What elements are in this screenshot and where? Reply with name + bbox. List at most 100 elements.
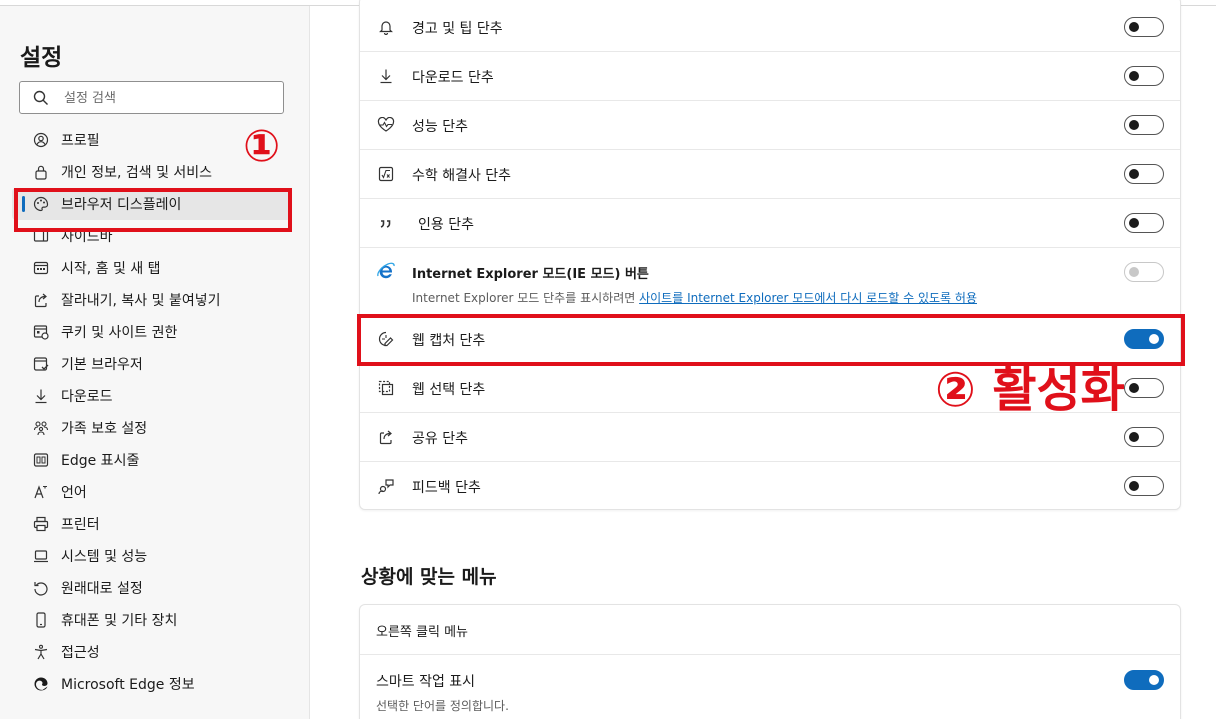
math-icon (376, 164, 396, 184)
edge-logo-icon (33, 676, 49, 692)
sidebar-item-printer[interactable]: 프린터 (12, 508, 292, 540)
sidebar-item-label: 개인 정보, 검색 및 서비스 (61, 165, 213, 181)
setting-label: 스마트 작업 표시 (376, 674, 476, 690)
setting-label: 다운로드 단추 (412, 70, 494, 86)
sidebar-item-label: 다운로드 (61, 389, 113, 405)
setting-row-ie-mode[interactable]: Internet Explorer 모드(IE 모드) 버튼 Internet … (360, 248, 1180, 315)
setting-label: 수학 해결사 단추 (412, 168, 512, 184)
download-icon (33, 388, 49, 404)
sidebar-item-label: 기본 브라우저 (61, 357, 143, 373)
phone-icon (33, 612, 49, 628)
sidebar-item-label: 잘라내기, 복사 및 붙여넣기 (61, 293, 221, 309)
download-toggle[interactable] (1124, 66, 1164, 86)
feedback-icon (376, 476, 396, 496)
sidebar-item-reset[interactable]: 원래대로 설정 (12, 572, 292, 604)
context-menu-section-title: 상황에 맞는 메뉴 (361, 566, 497, 588)
annotation-highlight-browser-display (14, 188, 292, 232)
setting-label: 피드백 단추 (412, 480, 481, 496)
laptop-icon (33, 548, 49, 564)
setting-row-citation[interactable]: 인용 단추 (360, 199, 1180, 248)
sidebar-item-label: 가족 보호 설정 (61, 421, 148, 437)
printer-icon (33, 516, 49, 532)
sidebar-item-label: 프린터 (61, 517, 100, 533)
lock-icon (33, 164, 49, 180)
alerts-toggle[interactable] (1124, 17, 1164, 37)
search-icon (33, 90, 49, 106)
share-toggle[interactable] (1124, 427, 1164, 447)
sidebar-item-accessibility[interactable]: 접근성 (12, 636, 292, 668)
settings-title: 설정 (20, 45, 63, 71)
web-select-toggle[interactable] (1124, 378, 1164, 398)
context-menu-header-row: 오른쪽 클릭 메뉴 (360, 605, 1180, 655)
annotation-highlight-web-capture (357, 314, 1185, 366)
math-solver-toggle[interactable] (1124, 164, 1164, 184)
sidebar-item-edge-bar[interactable]: Edge 표시줄 (12, 444, 292, 476)
search-input[interactable] (64, 87, 274, 109)
browser-icon (33, 356, 49, 372)
profile-icon (33, 132, 49, 148)
setting-label: 경고 및 팁 단추 (412, 21, 503, 37)
sidebar-item-phone[interactable]: 휴대폰 및 기타 장치 (12, 604, 292, 636)
setting-row-math-solver[interactable]: 수학 해결사 단추 (360, 150, 1180, 199)
sidebar-item-label: 시작, 홈 및 새 탭 (61, 261, 161, 277)
reset-icon (33, 580, 49, 596)
sidebar-item-cut-copy-paste[interactable]: 잘라내기, 복사 및 붙여넣기 (12, 284, 292, 316)
feedback-toggle[interactable] (1124, 476, 1164, 496)
download-icon (376, 66, 396, 86)
setting-label: Internet Explorer 모드(IE 모드) 버튼 (412, 267, 649, 282)
setting-row-download[interactable]: 다운로드 단추 (360, 52, 1180, 101)
context-menu-card: 오른쪽 클릭 메뉴 스마트 작업 표시 선택한 단어를 정의합니다. (359, 604, 1181, 719)
sidebar-item-default-browser[interactable]: 기본 브라우저 (12, 348, 292, 380)
sidebar-item-label: 프로필 (61, 133, 100, 149)
setting-row-smart-actions[interactable]: 스마트 작업 표시 선택한 단어를 정의합니다. (360, 655, 1180, 719)
setting-label: 인용 단추 (418, 217, 474, 233)
sidebar-item-label: Microsoft Edge 정보 (61, 677, 195, 693)
settings-main: 경고 및 팁 단추 다운로드 단추 성능 단추 수학 해결사 단추 인용 단추 … (311, 0, 1216, 719)
sidebar-item-cookies[interactable]: 쿠키 및 사이트 권한 (12, 316, 292, 348)
sidebar-item-language[interactable]: 언어 (12, 476, 292, 508)
setting-row-alerts[interactable]: 경고 및 팁 단추 (360, 0, 1180, 52)
sidebar-item-label: 접근성 (61, 645, 100, 661)
sidebar-item-label: 휴대폰 및 기타 장치 (61, 613, 178, 629)
settings-search-box[interactable] (19, 81, 284, 114)
setting-label: 웹 선택 단추 (412, 382, 486, 398)
smart-actions-toggle[interactable] (1124, 670, 1164, 690)
sidebar-item-label: 원래대로 설정 (61, 581, 143, 597)
sidebar-item-label: Edge 표시줄 (61, 453, 140, 469)
home-tab-icon (33, 260, 49, 276)
ie-mode-subtitle-text: Internet Explorer 모드 단추를 표시하려면 (412, 291, 640, 305)
context-menu-header: 오른쪽 클릭 메뉴 (376, 625, 468, 640)
sidebar-item-label: 쿠키 및 사이트 권한 (61, 325, 178, 341)
performance-toggle[interactable] (1124, 115, 1164, 135)
ie-mode-reload-link[interactable]: 사이트를 Internet Explorer 모드에서 다시 로드할 수 있도록… (639, 291, 977, 305)
sidebar-item-start-home[interactable]: 시작, 홈 및 새 탭 (12, 252, 292, 284)
sidebar-item-label: 언어 (61, 485, 87, 501)
share-icon (376, 427, 396, 447)
setting-row-feedback[interactable]: 피드백 단추 (360, 462, 1180, 511)
setting-label: 공유 단추 (412, 431, 468, 447)
setting-row-performance[interactable]: 성능 단추 (360, 101, 1180, 150)
heartbeat-icon (376, 115, 396, 135)
edge-bar-icon (33, 452, 49, 468)
toolbar-buttons-card: 경고 및 팁 단추 다운로드 단추 성능 단추 수학 해결사 단추 인용 단추 … (359, 0, 1181, 510)
citation-toggle[interactable] (1124, 213, 1164, 233)
settings-sidebar: 설정 프로필 개인 정보, 검색 및 서비스 브라우저 디스플레이 사이드바 시… (0, 6, 310, 719)
sidebar-item-system[interactable]: 시스템 및 성능 (12, 540, 292, 572)
quote-icon (376, 213, 396, 233)
smart-actions-subtitle: 선택한 단어를 정의합니다. (376, 699, 509, 713)
setting-row-share[interactable]: 공유 단추 (360, 413, 1180, 462)
share-icon (33, 292, 49, 308)
annotation-step-1: ① (243, 121, 281, 172)
language-icon (33, 484, 49, 500)
ie-logo-icon (376, 261, 396, 281)
web-select-icon (376, 378, 396, 398)
sidebar-item-about[interactable]: Microsoft Edge 정보 (12, 668, 292, 700)
cookie-icon (33, 324, 49, 340)
sidebar-item-label: 시스템 및 성능 (61, 549, 148, 565)
bell-icon (376, 17, 396, 37)
accessibility-icon (33, 644, 49, 660)
sidebar-item-downloads[interactable]: 다운로드 (12, 380, 292, 412)
family-icon (33, 420, 49, 436)
annotation-step-2: ② 활성화 (935, 362, 1125, 418)
sidebar-item-family[interactable]: 가족 보호 설정 (12, 412, 292, 444)
